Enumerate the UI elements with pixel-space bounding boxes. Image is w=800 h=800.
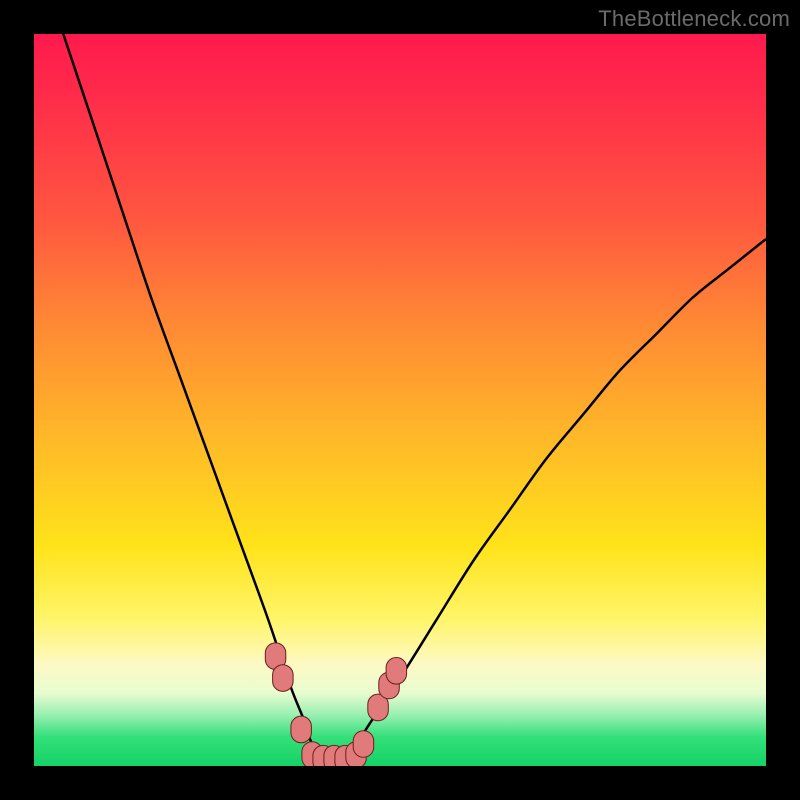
plot-area <box>34 34 766 766</box>
watermark-text: TheBottleneck.com <box>598 6 790 32</box>
chart-frame: TheBottleneck.com <box>0 0 800 800</box>
bottleneck-curve <box>63 34 766 761</box>
curve-marker <box>386 658 407 685</box>
curve-marker <box>291 716 312 743</box>
curve-marker <box>273 665 294 692</box>
curve-marker <box>353 731 374 758</box>
marker-group <box>265 643 406 766</box>
chart-svg <box>34 34 766 766</box>
